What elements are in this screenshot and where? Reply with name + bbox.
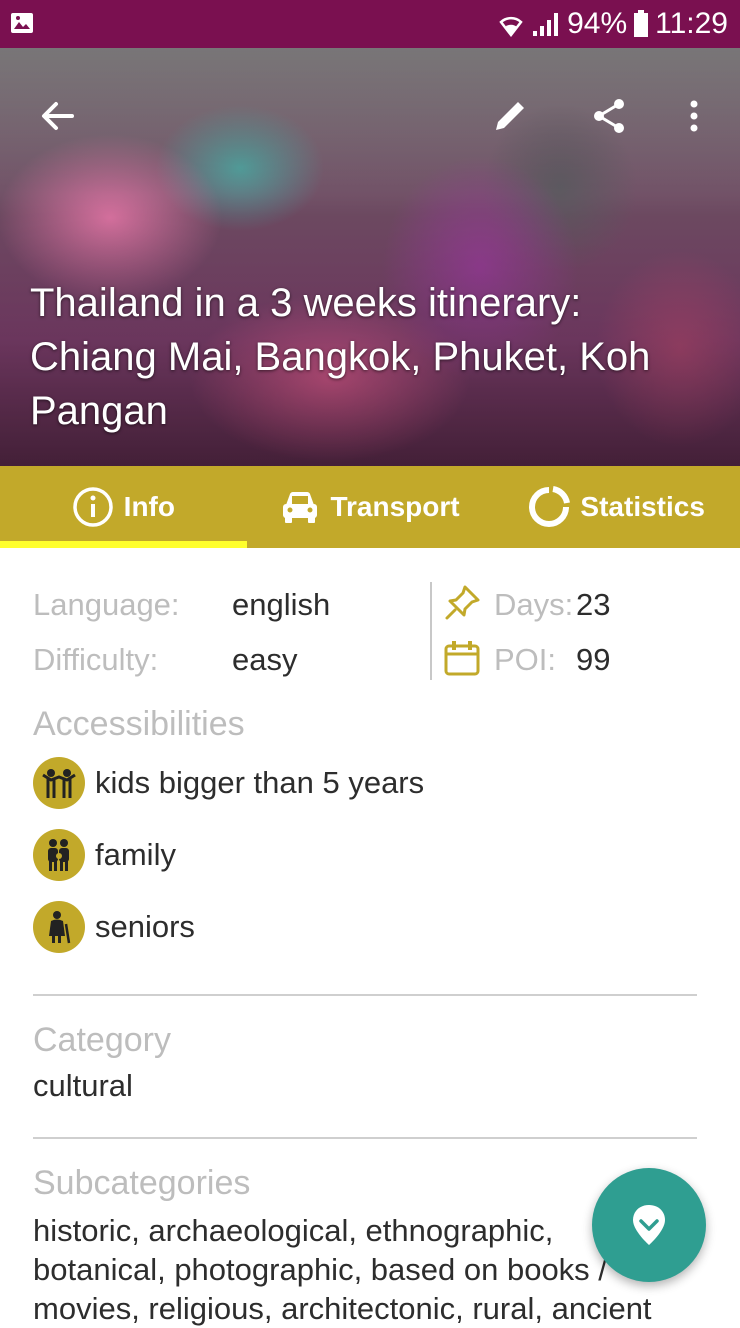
pencil-icon <box>496 102 524 130</box>
info-divider <box>430 582 432 680</box>
difficulty-label: Difficulty: <box>33 642 159 677</box>
itinerary-title: Thailand in a 3 weeks itinerary: Chiang … <box>30 281 651 433</box>
accessibility-label: family <box>95 837 176 872</box>
wifi-icon <box>497 11 525 37</box>
days-label: Days: <box>494 587 574 622</box>
edit-button[interactable] <box>482 88 538 144</box>
language-label: Language: <box>33 587 180 622</box>
hero-image: Thailand in a 3 weeks itinerary: Chiang … <box>0 48 740 466</box>
location-pin-icon <box>633 1205 665 1245</box>
signal-icon <box>531 11 561 37</box>
section-divider <box>33 994 697 996</box>
status-bar: 94% 11:29 <box>0 0 740 48</box>
car-icon <box>283 492 318 523</box>
image-notification-icon <box>10 12 34 34</box>
poi-label: POI: <box>494 642 557 677</box>
tab-transport-label: Transport <box>330 491 460 522</box>
accessibility-label: kids bigger than 5 years <box>95 765 425 800</box>
more-options-button[interactable] <box>666 88 722 144</box>
battery-icon <box>633 10 649 38</box>
category-title: Category <box>33 1021 171 1059</box>
tab-info[interactable]: Info <box>0 466 247 548</box>
days-value: 23 <box>576 587 611 622</box>
accessibility-item: kids bigger than 5 years <box>33 757 424 809</box>
active-tab-indicator <box>0 541 247 548</box>
family-icon <box>33 829 85 881</box>
tab-transport[interactable]: Transport <box>247 466 494 548</box>
info-icon <box>72 487 113 527</box>
poi-value: 99 <box>576 642 611 677</box>
accessibility-item: family <box>33 829 176 881</box>
section-divider <box>33 1137 697 1139</box>
subcategories-title: Subcategories <box>33 1164 251 1202</box>
map-location-button[interactable] <box>592 1168 706 1282</box>
category-value: cultural <box>33 1068 133 1103</box>
difficulty-value: easy <box>232 642 298 677</box>
back-button[interactable] <box>30 88 86 144</box>
clock: 11:29 <box>655 7 728 40</box>
share-button[interactable] <box>581 88 637 144</box>
donut-chart-icon <box>529 486 571 527</box>
senior-icon <box>33 901 85 953</box>
tab-statistics[interactable]: Statistics <box>493 466 740 548</box>
tab-bar: Info Transport Statistics <box>0 466 740 548</box>
kids-icon <box>33 757 85 809</box>
accessibility-item: seniors <box>33 901 195 953</box>
tab-statistics-label: Statistics <box>580 491 705 522</box>
pin-icon <box>443 584 481 627</box>
battery-percent: 94% <box>567 7 628 40</box>
more-vert-icon <box>690 100 698 132</box>
subcategories-line: movies, religious, architectonic, rural,… <box>33 1291 652 1326</box>
calendar-icon <box>443 639 481 682</box>
arrow-back-icon <box>42 102 74 130</box>
language-value: english <box>232 587 331 622</box>
accessibilities-title: Accessibilities <box>33 705 245 743</box>
accessibility-label: seniors <box>95 909 195 944</box>
tab-info-label: Info <box>123 491 175 522</box>
share-icon <box>594 99 624 133</box>
